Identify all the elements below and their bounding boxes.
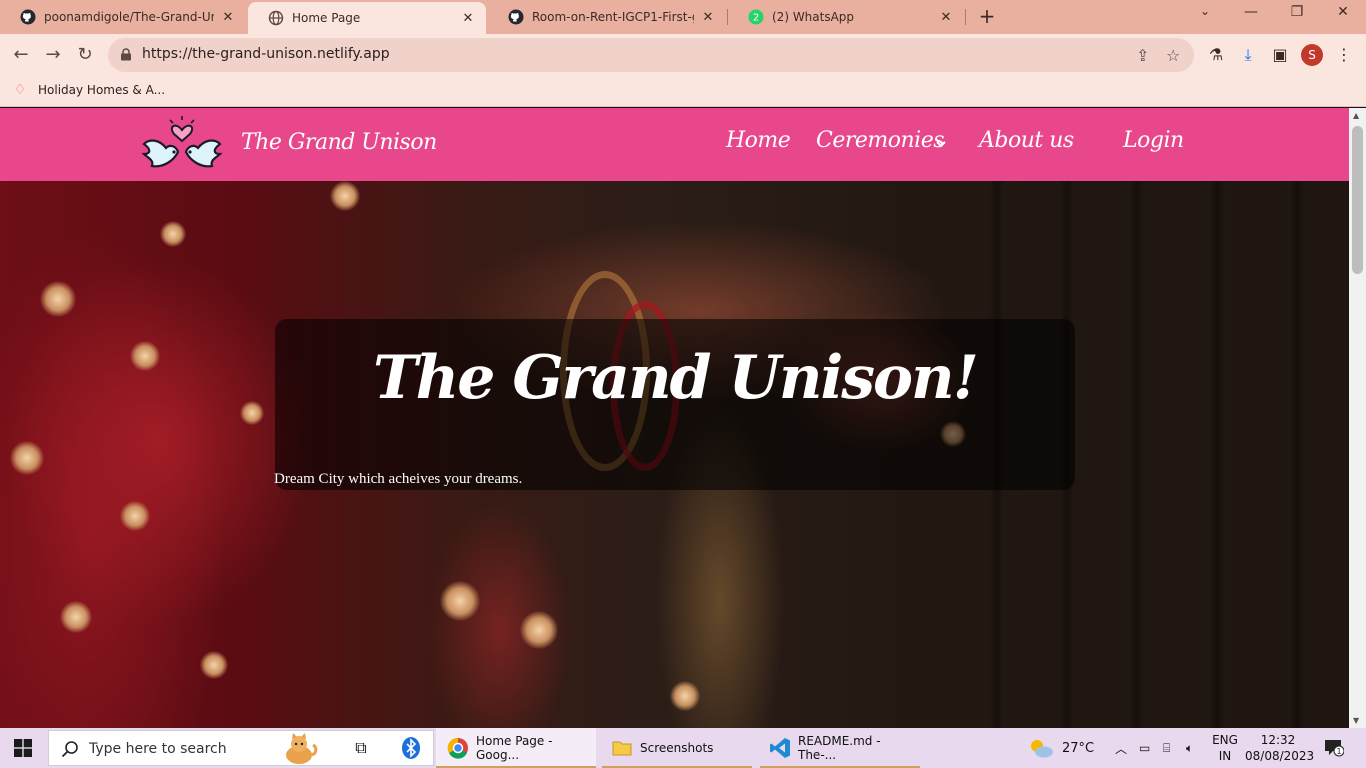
language-code: ENG [1212, 733, 1238, 747]
tab-github-room-on-rent[interactable]: Room-on-Rent-IGCP1-First-group ✕ [488, 0, 726, 34]
page-scrollbar[interactable]: ▲ ▼ [1349, 108, 1366, 728]
globe-icon [268, 10, 284, 26]
nav-ceremonies-dropdown[interactable]: Ceremonies [816, 128, 945, 153]
taskbar-chrome-app[interactable]: Home Page - Goog... [436, 728, 596, 768]
tab-separator [965, 9, 966, 25]
windows-taskbar: Type here to search ⧉ Home Page - Goog..… [0, 728, 1366, 768]
hero-subtitle: Dream City which acheives your dreams. [274, 471, 523, 487]
browser-toolbar: ← → ↻ https://the-grand-unison.netlify.a… [0, 34, 1366, 76]
tab-home-page[interactable]: Home Page ✕ [248, 2, 486, 34]
whatsapp-badge: 2 [753, 13, 759, 24]
close-tab-icon[interactable]: ✕ [460, 11, 476, 26]
taskbar-app-label: Home Page - Goog... [476, 734, 553, 762]
folder-icon [610, 736, 634, 760]
share-icon[interactable]: ⇪ [1136, 46, 1149, 65]
restore-button[interactable]: ❐ [1282, 4, 1312, 20]
bookmark-star-icon[interactable]: ☆ [1166, 46, 1180, 65]
minimize-button[interactable]: — [1236, 4, 1266, 20]
scroll-thumb[interactable] [1352, 126, 1363, 274]
tab-label: Home Page [292, 11, 361, 25]
volume-control[interactable]: 🔈︎ [1186, 728, 1193, 768]
chevron-down-icon[interactable] [935, 138, 947, 150]
region-code: IN [1218, 749, 1232, 763]
bookmarks-bar: ♢ Holiday Homes & A... [0, 76, 1366, 107]
tab-strip: poonamdigole/The-Grand-Unison ✕ Home Pag… [0, 0, 1366, 34]
taskbar-app-label: Screenshots [640, 741, 714, 755]
brand-name-link[interactable]: The Grand Unison [241, 130, 437, 155]
tab-label: (2) WhatsApp [772, 10, 855, 24]
lock-icon [121, 48, 131, 61]
hero-section: The Grand Unison! Dream City which achei… [0, 181, 1349, 728]
close-window-button[interactable]: ✕ [1328, 4, 1358, 20]
battery-status[interactable]: ▭ [1139, 728, 1150, 768]
cat-illustration-icon [286, 733, 318, 764]
tab-github-grand-unison[interactable]: poonamdigole/The-Grand-Unison ✕ [0, 0, 246, 34]
github-icon [20, 9, 36, 25]
network-icon: ⌸ [1163, 740, 1171, 755]
battery-icon: ▭ [1139, 741, 1151, 755]
page-viewport: The Grand Unison Home Ceremonies About u… [0, 108, 1349, 728]
new-tab-button[interactable]: + [976, 6, 998, 28]
close-tab-icon[interactable]: ✕ [700, 10, 716, 25]
taskbar-vscode-app[interactable]: README.md - The-... [760, 728, 920, 768]
weather-temperature: 27°C [1062, 740, 1095, 756]
task-view-icon: ⧉ [355, 738, 367, 757]
scroll-down-arrow-icon[interactable]: ▼ [1353, 716, 1359, 725]
profile-avatar[interactable]: S [1301, 44, 1323, 66]
download-icon[interactable]: ⤓ [1238, 45, 1258, 65]
doves-heart-logo-icon[interactable] [140, 114, 224, 176]
search-icon [61, 741, 78, 758]
weather-widget[interactable]: 27°C [1028, 728, 1094, 768]
notification-center-icon[interactable]: 1 [1324, 739, 1344, 757]
tab-label: Room-on-Rent-IGCP1-First-group [532, 10, 694, 24]
bookmark-holiday-homes[interactable]: ♢ Holiday Homes & A... [12, 82, 165, 98]
bookmark-label: Holiday Homes & A... [38, 83, 166, 97]
back-button[interactable]: ← [10, 44, 32, 66]
chrome-icon [446, 736, 470, 760]
airbnb-icon: ♢ [13, 82, 27, 98]
extension-lab-icon[interactable]: ⚗ [1206, 45, 1226, 65]
system-clock[interactable]: 12:32 08/08/2023 [1245, 732, 1315, 764]
chevron-up-icon: ︿ [1115, 741, 1128, 756]
tab-label: poonamdigole/The-Grand-Unison [44, 10, 214, 24]
tab-search-chevron-icon[interactable]: ⌄ [1190, 4, 1220, 18]
close-tab-icon[interactable]: ✕ [220, 10, 236, 25]
speaker-icon: 🔈︎ [1186, 740, 1194, 755]
vscode-icon [768, 736, 792, 760]
weather-sun-cloud-icon [1031, 740, 1053, 758]
taskbar-explorer-app[interactable]: Screenshots [602, 728, 752, 768]
task-view-button[interactable]: ⧉ [346, 728, 376, 768]
network-status[interactable]: ⌸ [1163, 728, 1170, 768]
url-text[interactable]: https://the-grand-unison.netlify.app [142, 46, 390, 62]
hero-title: The Grand Unison! [372, 343, 979, 413]
taskbar-search-box[interactable]: Type here to search [48, 730, 434, 766]
tab-whatsapp[interactable]: 2 (2) WhatsApp ✕ [728, 0, 964, 34]
nav-home-link[interactable]: Home [726, 128, 791, 153]
nav-login-link[interactable]: Login [1123, 128, 1184, 153]
taskbar-app-label: README.md - The-... [798, 734, 881, 762]
side-panel-icon[interactable]: ▣ [1270, 45, 1290, 65]
nav-about-link[interactable]: About us [979, 128, 1074, 153]
site-navbar: The Grand Unison Home Ceremonies About u… [0, 108, 1349, 181]
windows-start-icon[interactable] [14, 739, 32, 757]
bluetooth-app-button[interactable] [398, 728, 424, 768]
input-language[interactable]: ENG IN [1210, 732, 1240, 764]
show-hidden-icons-button[interactable]: ︿ [1115, 728, 1127, 768]
forward-button[interactable]: → [42, 44, 64, 66]
reload-button[interactable]: ↻ [74, 44, 96, 66]
close-tab-icon[interactable]: ✕ [938, 10, 954, 25]
github-icon [508, 9, 524, 25]
clock-date: 08/08/2023 [1245, 749, 1315, 763]
address-bar[interactable]: https://the-grand-unison.netlify.app ⇪ ☆ [108, 38, 1194, 72]
bluetooth-icon [402, 737, 420, 759]
notification-count: 1 [1336, 747, 1341, 756]
search-placeholder: Type here to search [89, 741, 227, 757]
more-menu-icon[interactable]: ⋮ [1334, 45, 1354, 65]
whatsapp-icon: 2 [748, 9, 764, 25]
hero-title-panel: The Grand Unison! [275, 319, 1075, 490]
clock-time: 12:32 [1260, 733, 1296, 747]
scroll-up-arrow-icon[interactable]: ▲ [1353, 111, 1359, 120]
